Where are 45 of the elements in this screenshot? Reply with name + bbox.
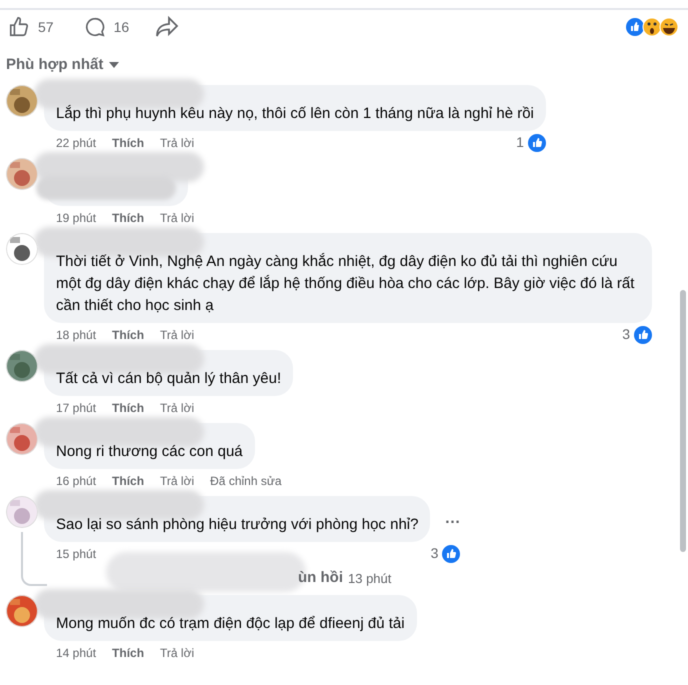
reaction-count: 3 — [430, 544, 438, 563]
comment-text: Lắp thì phụ huynh kêu này nọ, thôi cố lên còn 1 tháng nữa là nghỉ hè rồi — [56, 104, 534, 124]
comment-button[interactable]: 16 — [84, 16, 130, 38]
like-link[interactable]: Thích — [112, 398, 144, 416]
like-button[interactable]: 57 — [8, 16, 54, 38]
comment-time: 17 phút — [56, 400, 96, 416]
sort-dropdown[interactable]: Phù hợp nhất — [0, 54, 126, 76]
reply-link[interactable]: Trả lời — [160, 134, 194, 152]
comment-text: Tất cả vì cán bộ quản lý thân yêu! — [56, 368, 282, 388]
thread-line — [21, 532, 47, 586]
comment-text: Sao lại so sánh phòng hiệu trưởng với phòng học nhỉ? — [56, 514, 418, 534]
like-link[interactable]: Thích — [112, 644, 144, 662]
thumbs-up-icon — [8, 16, 30, 38]
comment-time: 19 phút — [56, 210, 96, 226]
comment-time: 22 phút — [56, 134, 96, 152]
reaction-count: 1 — [516, 133, 524, 152]
like-link[interactable]: Thích — [112, 134, 144, 152]
reply-time: 13 phút — [348, 570, 392, 588]
reply-link[interactable]: Trả lời — [160, 398, 194, 416]
reactions-icon — [625, 17, 680, 37]
reply-link[interactable]: Trả lời — [160, 644, 194, 662]
comment-text: Thời tiết ở Vinh, Nghệ An ngày càng khắc nhiệt, đg dây điện ko đủ tải thì nghiên cứu một đg dây điện khác chạy để lắp hệ thống điều hòa cho các lớp. Bây giờ việc đó là rất cần thiết cho học sinh ạ — [56, 252, 636, 316]
like-icon — [528, 134, 546, 152]
like-link[interactable]: Thích — [112, 472, 144, 490]
like-link[interactable]: Thích — [112, 326, 144, 344]
caret-icon — [109, 62, 120, 68]
comment-text: Mong muốn đc có trạm điện độc lạp để dfieenj đủ tải — [56, 614, 405, 634]
share-arrow-icon — [155, 16, 180, 38]
more-button[interactable]: … — [444, 506, 460, 530]
like-icon — [634, 326, 652, 344]
share-button[interactable] — [155, 16, 180, 38]
reply-link[interactable]: Trả lời — [160, 472, 194, 490]
comment-time: 18 phút — [56, 326, 96, 344]
reaction-count: 3 — [622, 325, 630, 344]
speech-bubble-icon — [84, 16, 106, 38]
comment-time: 16 phút — [56, 472, 96, 490]
comment-time: 14 phút — [56, 644, 96, 662]
edited-label: Đã chỉnh sửa — [210, 472, 282, 490]
reply-link[interactable]: Trả lời — [160, 326, 194, 344]
comment-text: Nong ri thương các con quá — [56, 442, 243, 462]
reply-link[interactable]: Trả lời — [160, 208, 194, 226]
replies-link[interactable]: ùn hồi — [298, 567, 343, 590]
like-link[interactable]: Thích — [112, 208, 144, 226]
like-icon — [442, 544, 460, 562]
comment-time: 15 phút — [56, 546, 96, 562]
